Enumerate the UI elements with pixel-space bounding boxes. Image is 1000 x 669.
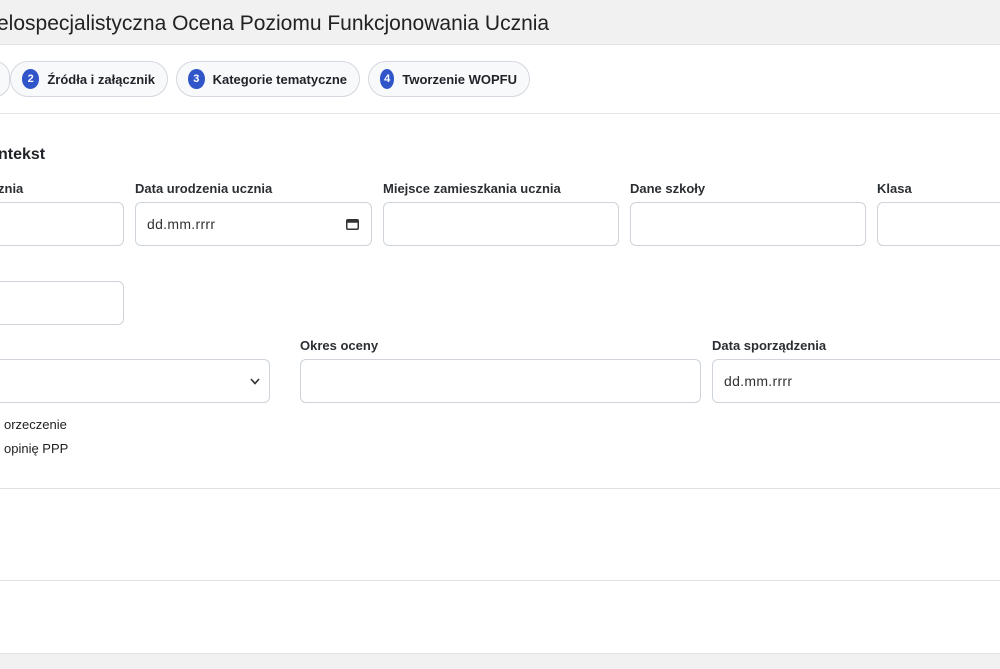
footer-bar bbox=[0, 653, 1000, 669]
step-number-badge: 4 bbox=[380, 69, 395, 89]
step-4-tab[interactable]: 4 Tworzenie WOPFU bbox=[368, 61, 530, 97]
step-number-badge: 3 bbox=[188, 69, 205, 89]
step-label: Tworzenie WOPFU bbox=[402, 71, 517, 87]
step-number-badge: 2 bbox=[22, 69, 40, 89]
section-divider bbox=[0, 580, 1000, 581]
step-label: Źródła i załącznik bbox=[47, 71, 155, 87]
calendar-icon[interactable] bbox=[346, 218, 359, 230]
class-input[interactable] bbox=[877, 202, 1000, 246]
school-label: Dane szkoły bbox=[630, 181, 706, 196]
class-label: Klasa bbox=[877, 181, 912, 196]
extra-input[interactable] bbox=[0, 281, 124, 325]
dob-date-input[interactable]: dd.mm.rrrr bbox=[135, 202, 372, 246]
step-1-tab[interactable] bbox=[0, 61, 10, 97]
step-label: Kategorie tematyczne bbox=[212, 71, 347, 87]
section-title: ntekst bbox=[0, 146, 46, 163]
residence-input[interactable] bbox=[383, 202, 619, 246]
checkbox-orzeczenie-label[interactable]: orzeczenie bbox=[4, 417, 67, 432]
checkbox-opinia-label[interactable]: opinię PPP bbox=[4, 441, 68, 456]
dob-label: Data urodzenia ucznia bbox=[135, 181, 273, 196]
school-input[interactable] bbox=[630, 202, 866, 246]
student-name-input[interactable] bbox=[0, 202, 124, 246]
dob-placeholder: dd.mm.rrrr bbox=[147, 216, 216, 232]
chevron-down-icon bbox=[250, 378, 260, 385]
created-date-placeholder: dd.mm.rrrr bbox=[724, 373, 793, 389]
created-date-input[interactable]: dd.mm.rrrr bbox=[712, 359, 1000, 403]
created-date-label: Data sporządzenia bbox=[712, 338, 827, 353]
page-title: elospecjalistyczna Ocena Poziomu Funkcjo… bbox=[0, 12, 550, 35]
residence-label: Miejsce zamieszkania ucznia bbox=[383, 181, 561, 196]
top-bar: elospecjalistyczna Ocena Poziomu Funkcjo… bbox=[0, 0, 1000, 45]
period-label: Okres oceny bbox=[300, 338, 379, 353]
steps-nav: 2 Źródła i załącznik 3 Kategorie tematyc… bbox=[0, 45, 1000, 114]
step-2-tab[interactable]: 2 Źródła i załącznik bbox=[10, 61, 168, 97]
select-dropdown[interactable] bbox=[0, 359, 270, 403]
student-name-label: znia bbox=[0, 181, 24, 196]
section-divider bbox=[0, 488, 1000, 489]
period-input[interactable] bbox=[300, 359, 701, 403]
step-3-tab[interactable]: 3 Kategorie tematyczne bbox=[176, 61, 360, 97]
